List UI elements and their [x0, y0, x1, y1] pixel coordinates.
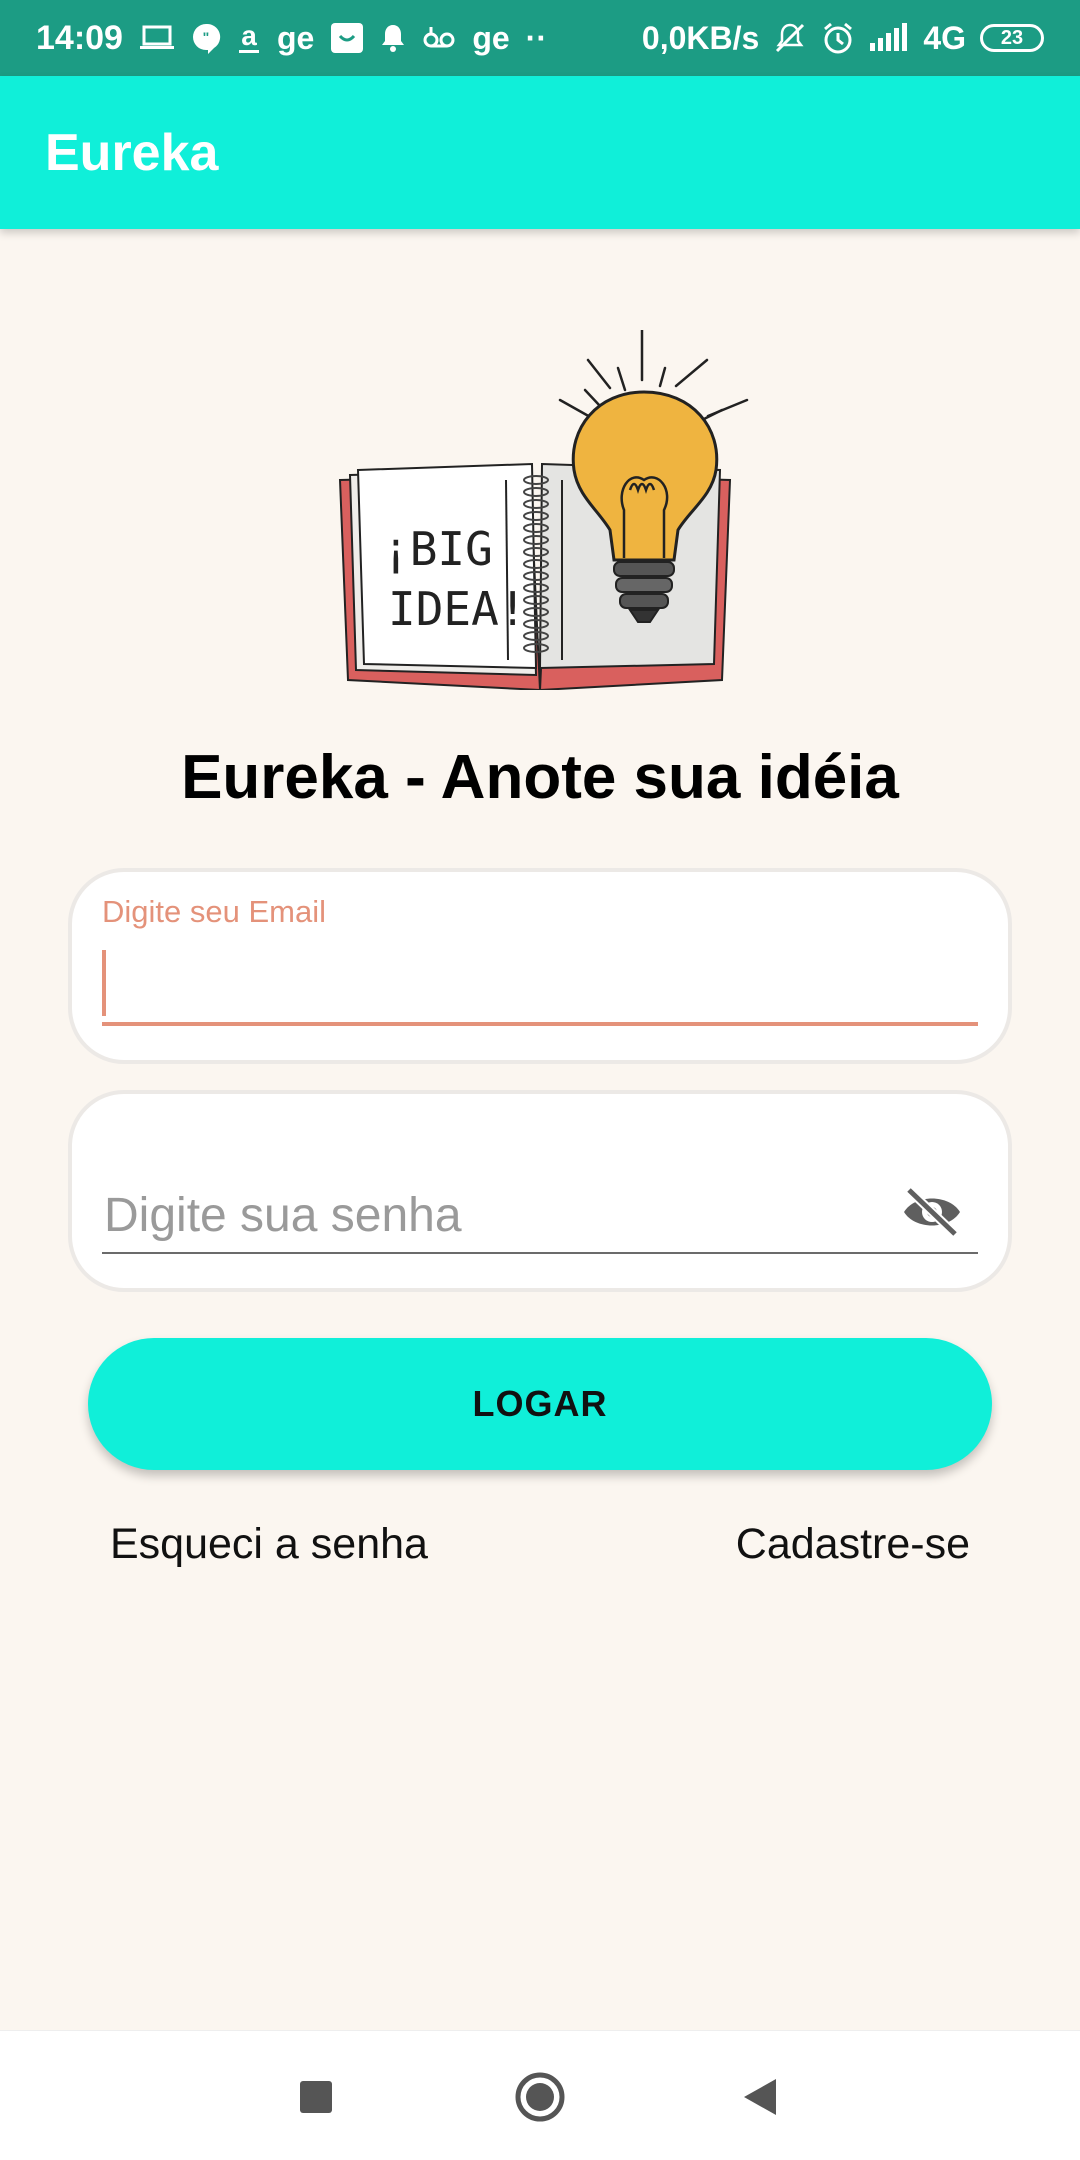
status-left: 14:09 " a ge ge ··: [0, 18, 547, 58]
notif-text-ge-1: ge: [276, 19, 315, 56]
app-title: Eureka: [45, 123, 219, 182]
bell-icon: [380, 18, 406, 58]
status-time: 14:09: [36, 18, 123, 57]
page-text-idea: IDEA!: [388, 582, 526, 636]
signup-link[interactable]: Cadastre-se: [736, 1520, 970, 1569]
password-field-card: [68, 1090, 1012, 1292]
app-bar: Eureka: [0, 76, 1080, 229]
login-screen: 14:09 " a ge ge ·· 0,0KB/s 4G 23 Eureka …: [0, 0, 1080, 2160]
mute-icon: [773, 18, 807, 58]
svg-text:": ": [203, 29, 210, 45]
shopee-icon: [330, 18, 364, 58]
notif-text-ge-2: ge: [472, 19, 510, 56]
voicemail-icon: [422, 18, 456, 58]
page-text-big: ¡BIG: [382, 522, 493, 576]
back-icon[interactable]: [728, 2065, 792, 2129]
password-input[interactable]: [102, 1174, 888, 1256]
forgot-password-link[interactable]: Esqueci a senha: [110, 1520, 428, 1569]
status-right: 0,0KB/s 4G 23: [642, 18, 1080, 58]
email-input[interactable]: [112, 952, 978, 1018]
network-speed: 0,0KB/s: [641, 19, 760, 56]
email-field-underline: [102, 1022, 978, 1026]
page-title: Eureka - Anote sua idéia: [181, 743, 899, 812]
text-cursor: [102, 950, 106, 1016]
alarm-icon: [821, 18, 855, 58]
network-type: 4G: [923, 19, 966, 56]
visibility-off-icon[interactable]: [900, 1180, 964, 1244]
signal-icon: [869, 18, 909, 58]
svg-text:a: a: [241, 21, 257, 51]
chat-icon: ": [191, 18, 221, 58]
more-notifications: ··: [525, 19, 547, 56]
email-field-card: Digite seu Email: [68, 868, 1012, 1064]
password-field-underline: [102, 1252, 978, 1254]
laptop-icon: [139, 18, 175, 58]
big-idea-illustration: ¡BIG IDEA!: [330, 328, 750, 692]
recents-icon[interactable]: [284, 2065, 348, 2129]
battery-icon: 23: [980, 24, 1044, 52]
home-icon[interactable]: [508, 2065, 572, 2129]
status-bar: 14:09 " a ge ge ·· 0,0KB/s 4G 23: [0, 0, 1080, 76]
email-field-label: Digite seu Email: [102, 894, 326, 929]
system-nav-bar: [0, 2030, 1080, 2160]
login-button[interactable]: LOGAR: [88, 1338, 992, 1470]
amazon-icon: a: [237, 18, 261, 58]
